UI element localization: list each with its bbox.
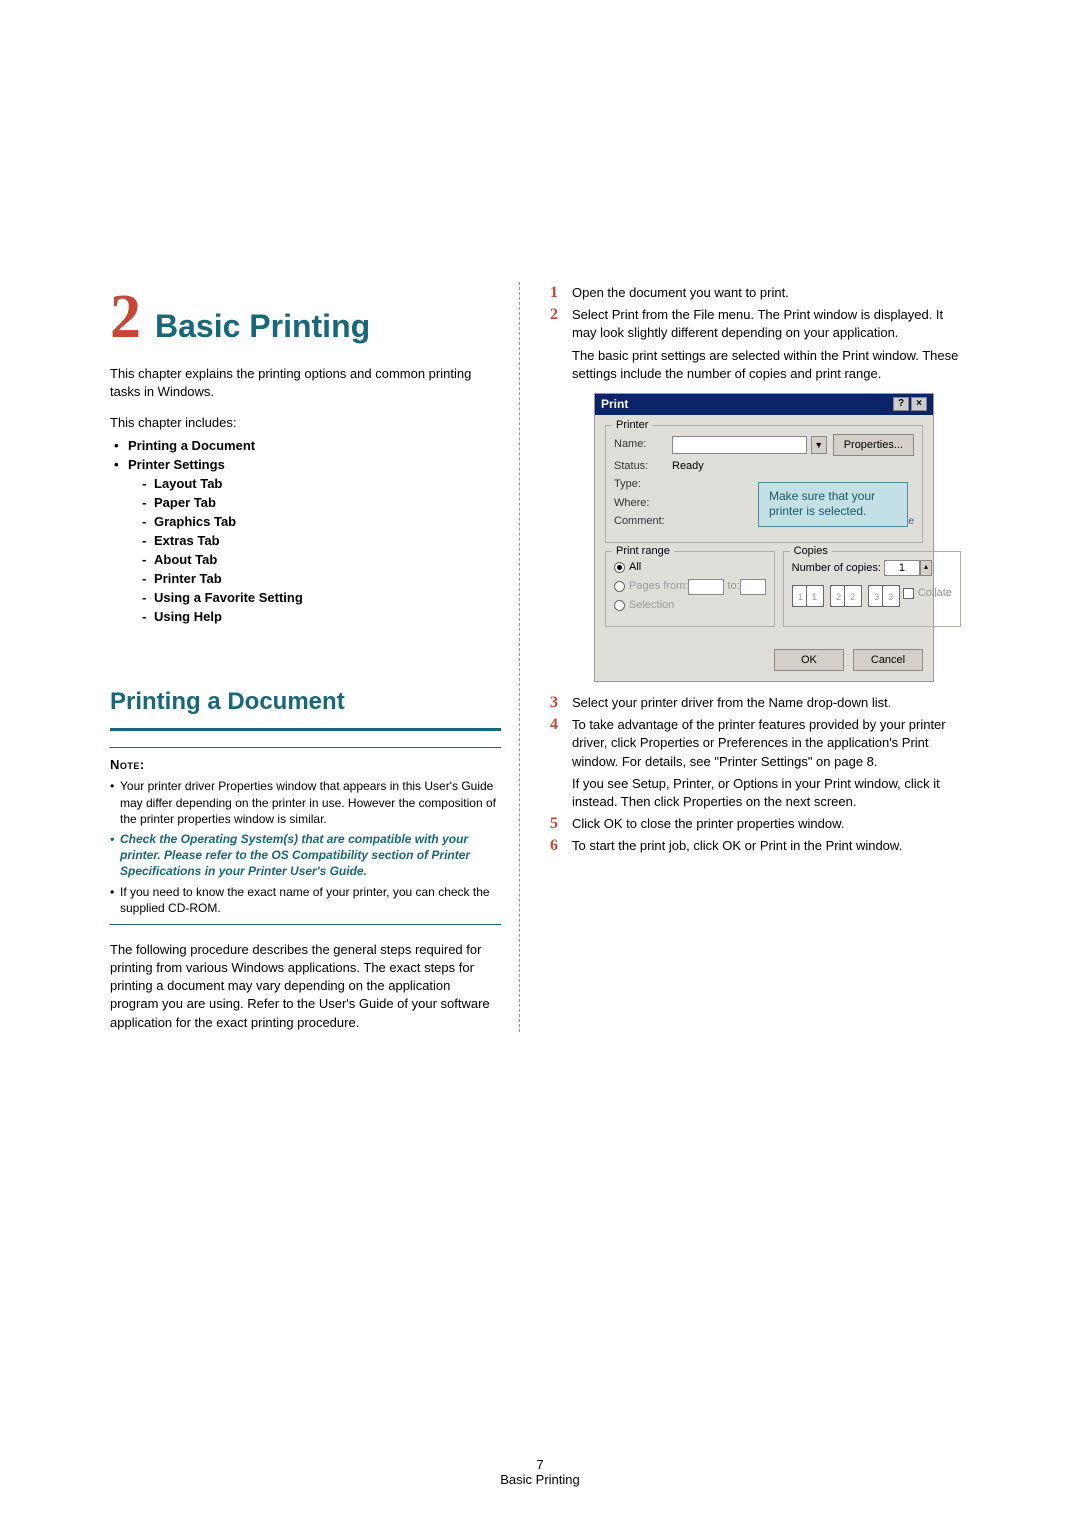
step-text: Select Print from the File menu. The Pri… [572,307,943,340]
collate-checkbox[interactable] [903,588,914,599]
type-label: Type: [614,477,672,492]
toc-item-label[interactable]: Printer Settings [128,457,225,472]
callout-box: Make sure that your printer is selected. [758,482,908,527]
note-rule-bottom [110,924,501,925]
toc-subitem[interactable]: Graphics Tab [142,514,501,529]
help-icon[interactable]: ? [893,397,909,411]
chapter-header: 2 Basic Printing [110,282,501,353]
note-item-highlight: Check the Operating System(s) that are c… [110,831,501,880]
comment-label: Comment: [614,514,672,529]
printer-fieldset: Printer Name: ▼ Properties... Status:Rea… [605,425,923,544]
toc-subitem[interactable]: Paper Tab [142,495,501,510]
print-dialog: Print ? × Printer Name: ▼ [594,393,934,682]
note-item: If you need to know the exact name of yo… [110,884,501,916]
note-item: Your printer driver Properties window th… [110,778,501,827]
properties-button[interactable]: Properties... [833,434,914,456]
section-title: Printing a Document [110,688,501,716]
radio-selection-label: Selection [629,598,674,613]
cancel-button[interactable]: Cancel [853,649,923,671]
to-label: to: [727,579,739,594]
spinner-icon[interactable]: ▴ [920,560,932,576]
to-input[interactable] [740,579,766,595]
step-3: Select your printer driver from the Name… [550,694,960,712]
step-1: Open the document you want to print. [550,284,960,302]
fieldset-label: Copies [790,544,832,559]
close-icon[interactable]: × [911,397,927,411]
from-label: from: [663,579,688,594]
radio-selection[interactable] [614,600,625,611]
body-paragraph: The following procedure describes the ge… [110,941,501,1032]
toc-subitem[interactable]: Layout Tab [142,476,501,491]
printer-name-input[interactable] [672,436,807,454]
radio-all[interactable] [614,562,625,573]
note-rule-top [110,747,501,748]
intro-paragraph-1: This chapter explains the printing optio… [110,365,501,401]
step-text: To take advantage of the printer feature… [572,717,946,768]
status-value: Ready [672,459,704,474]
from-input[interactable] [688,579,724,595]
chapter-title: Basic Printing [155,308,370,345]
toc-subitem[interactable]: Using Help [142,609,501,624]
toc-subitem[interactable]: Printer Tab [142,571,501,586]
radio-all-label: All [629,560,641,575]
step-subtext: If you see Setup, Printer, or Options in… [572,775,960,811]
chapter-number: 2 [110,282,141,353]
print-range-fieldset: Print range All Pages from: to: [605,551,775,627]
footer-title: Basic Printing [0,1472,1080,1487]
toc-subitem[interactable]: About Tab [142,552,501,567]
fieldset-label: Printer [612,418,652,433]
step-6: To start the print job, click OK or Prin… [550,837,960,855]
page-footer: 7 Basic Printing [0,1457,1080,1487]
toc-list: Printing a Document Printer Settings Lay… [114,438,501,624]
note-list: Your printer driver Properties window th… [110,778,501,916]
fieldset-label: Print range [612,544,674,559]
copies-input[interactable]: 1 [884,560,920,576]
toc-item[interactable]: Printing a Document [114,438,501,453]
radio-pages[interactable] [614,581,625,592]
step-4: To take advantage of the printer feature… [550,716,960,811]
step-list: Open the document you want to print. Sel… [550,284,960,856]
chevron-down-icon[interactable]: ▼ [811,436,827,454]
collate-icon: 11 22 33 [792,585,900,607]
radio-pages-label: Pages [629,579,660,594]
toc-item: Printer Settings Layout Tab Paper Tab Gr… [114,457,501,624]
toc-sublist: Layout Tab Paper Tab Graphics Tab Extras… [142,476,501,624]
note-label: Note: [110,757,145,772]
copies-label: Number of copies: [792,561,881,576]
name-label: Name: [614,437,672,452]
collate-label: Collate [918,586,952,601]
page-number: 7 [0,1457,1080,1472]
status-label: Status: [614,459,672,474]
dialog-titlebar: Print ? × [595,394,933,415]
where-label: Where: [614,496,672,511]
step-2: Select Print from the File menu. The Pri… [550,306,960,682]
step-subtext: The basic print settings are selected wi… [572,347,960,383]
section-rule [110,728,501,731]
ok-button[interactable]: OK [774,649,844,671]
toc-subitem[interactable]: Extras Tab [142,533,501,548]
copies-fieldset: Copies Number of copies: 1 ▴ 11 22 [783,551,961,627]
dialog-title-text: Print [601,396,628,413]
toc-subitem[interactable]: Using a Favorite Setting [142,590,501,605]
intro-paragraph-2: This chapter includes: [110,415,501,430]
step-5: Click OK to close the printer properties… [550,815,960,833]
